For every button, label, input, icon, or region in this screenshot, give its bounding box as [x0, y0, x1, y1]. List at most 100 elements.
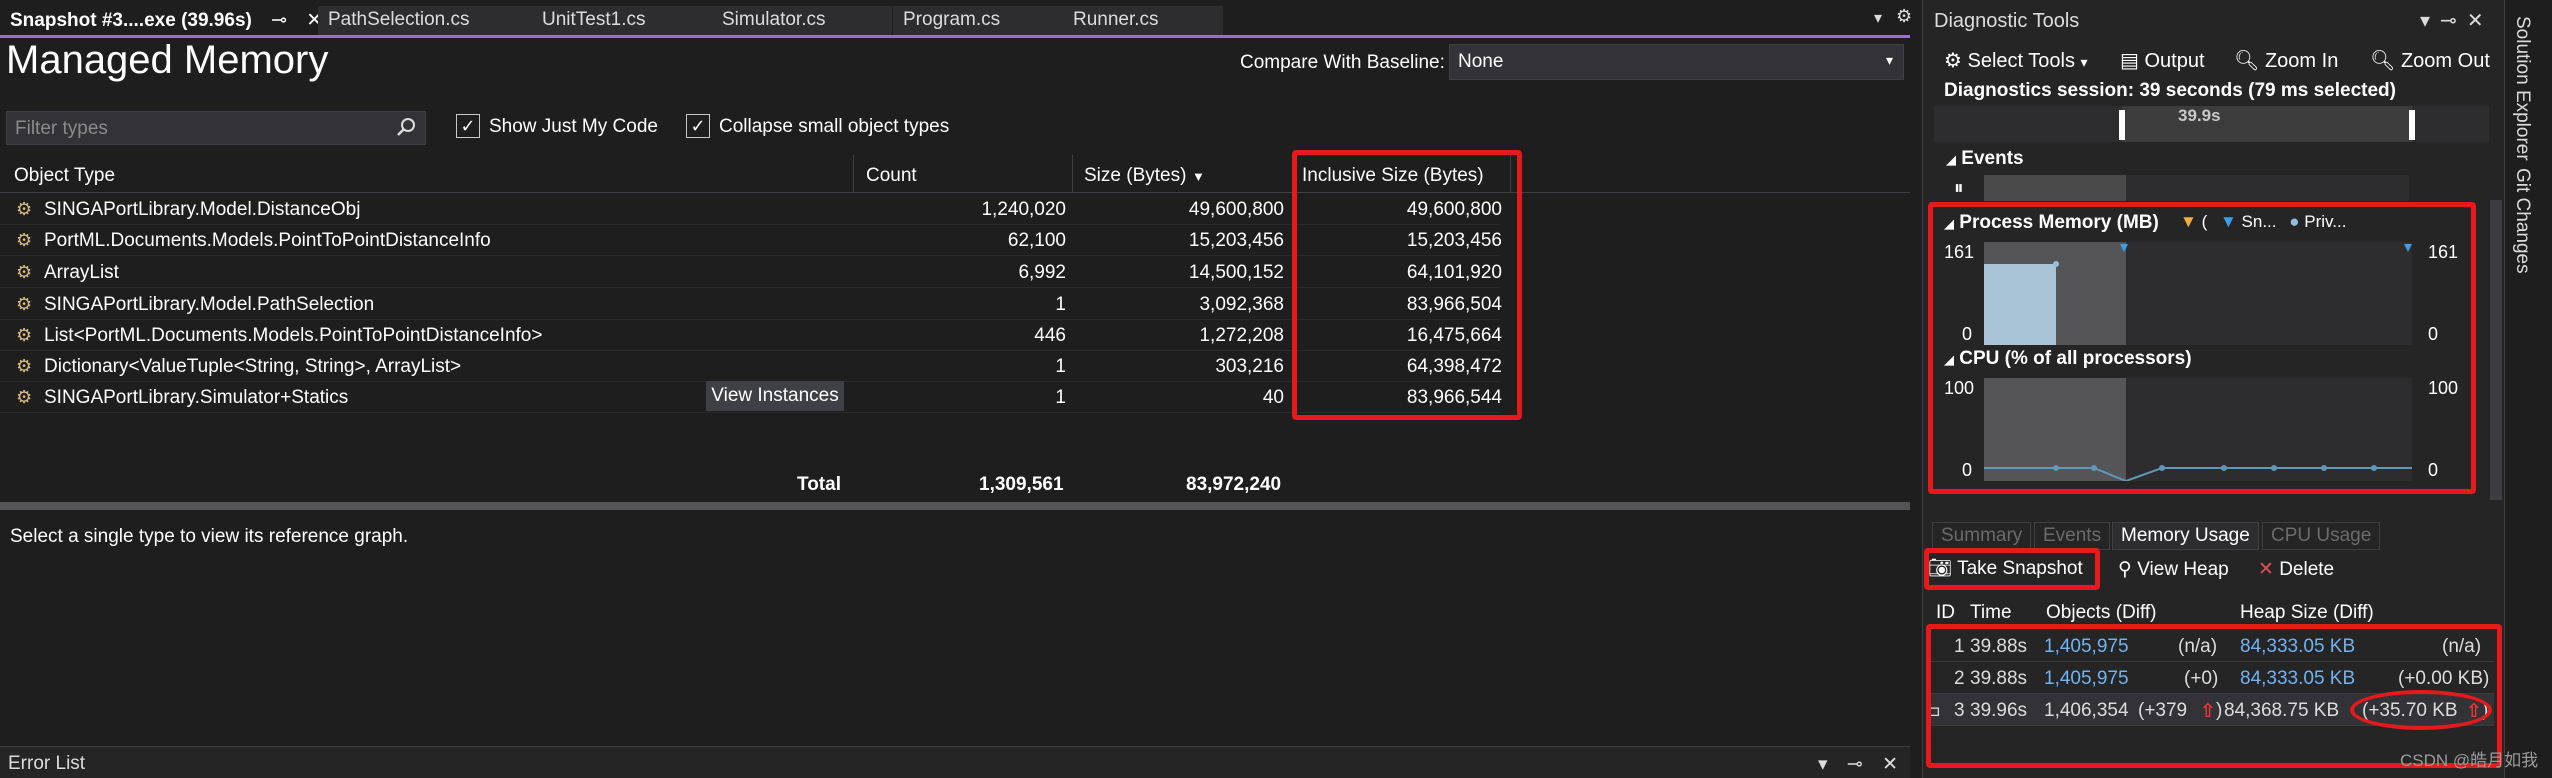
- pause-icon[interactable]: ⏸: [1954, 178, 1964, 200]
- document-tab-strip: Snapshot #3....exe (39.96s) ⊸ ✕ PathSele…: [0, 0, 1912, 38]
- close-icon[interactable]: ✕: [1882, 754, 1898, 775]
- annotation-oval: [2350, 690, 2492, 730]
- tab-overflow-icon[interactable]: ▾: [1874, 8, 1882, 28]
- table-row[interactable]: ⚙ SINGAPortLibrary.Model.DistanceObj 1,2…: [0, 193, 1502, 225]
- cell-size: 15,203,456: [1188, 230, 1284, 251]
- tab-git-changes[interactable]: Git Changes: [2511, 168, 2533, 274]
- output-button[interactable]: ▤ Output: [2120, 48, 2205, 73]
- cell-object-type: SINGAPortLibrary.Model.DistanceObj: [44, 199, 361, 220]
- show-just-my-code-checkbox[interactable]: ✓: [456, 114, 480, 138]
- pin-icon[interactable]: ⊸: [1847, 754, 1863, 775]
- tab-events[interactable]: Events: [2034, 522, 2111, 550]
- tab-simulator[interactable]: Simulator.cs: [712, 6, 892, 36]
- zoom-out-icon: 🔍︎: [2370, 50, 2396, 72]
- filter-placeholder: Filter types: [15, 118, 108, 139]
- select-tools-button[interactable]: ⚙ Select Tools ▾: [1944, 48, 2088, 73]
- annotation-box: [1928, 202, 2476, 494]
- delete-label: Delete: [2279, 559, 2335, 580]
- chevron-down-icon: ▾: [1885, 52, 1893, 68]
- zoom-out-label: Zoom Out: [2400, 50, 2490, 72]
- filter-types-input[interactable]: Filter types: [6, 111, 426, 145]
- column-size[interactable]: Size (Bytes): [1084, 165, 1186, 187]
- cell-size: 49,600,800: [1188, 199, 1284, 220]
- view-heap-button[interactable]: ⚲ View Heap: [2118, 558, 2229, 581]
- tab-memory-usage[interactable]: Memory Usage: [2112, 522, 2259, 550]
- column-count[interactable]: Count: [866, 165, 917, 187]
- cell-size: 303,216: [1215, 356, 1284, 377]
- pin-icon[interactable]: ⊸: [2440, 10, 2467, 32]
- view-heap-label: View Heap: [2137, 559, 2229, 580]
- total-label: Total: [797, 474, 841, 495]
- zoom-in-icon: 🔍︎: [2234, 50, 2260, 72]
- events-label: Events: [1961, 148, 2024, 169]
- tab-solution-explorer[interactable]: Solution Explorer: [2511, 16, 2533, 161]
- total-count: 1,309,561: [979, 474, 1064, 495]
- timeline-selection[interactable]: [2122, 106, 2412, 142]
- selection-handle-left[interactable]: [2119, 110, 2125, 140]
- tab-unittest1[interactable]: UnitTest1.cs: [532, 6, 712, 36]
- cell-size: 14,500,152: [1188, 262, 1284, 283]
- zoom-out-button[interactable]: 🔍︎ Zoom Out: [2370, 48, 2490, 73]
- gear-icon[interactable]: ⚙: [1896, 6, 1912, 27]
- tab-label: Program.cs: [903, 9, 1001, 30]
- cell-size: 1,272,208: [1199, 325, 1284, 346]
- cell-object-type: SINGAPortLibrary.Model.PathSelection: [44, 294, 375, 315]
- tab-pathselection[interactable]: PathSelection.cs: [318, 6, 533, 36]
- collapse-icon: ◢: [1946, 152, 1956, 167]
- session-label: Diagnostics session: 39 seconds (79 ms s…: [1944, 80, 2396, 101]
- column-id[interactable]: ID: [1936, 602, 1955, 624]
- class-icon: ⚙: [16, 262, 33, 282]
- tab-program[interactable]: Program.cs: [893, 6, 1073, 36]
- diagnostic-toolbar: ⚙ Select Tools ▾ ▤ Output 🔍︎ Zoom In 🔍︎ …: [1930, 40, 2502, 80]
- column-heap-size[interactable]: Heap Size (Diff): [2240, 602, 2374, 624]
- selection-handle-right[interactable]: [2409, 110, 2415, 140]
- charts-scrollbar[interactable]: [2490, 200, 2502, 500]
- chevron-down-icon[interactable]: ▾: [1818, 754, 1828, 775]
- tab-cpu-usage[interactable]: CPU Usage: [2262, 522, 2381, 550]
- cell-object-type: PortML.Documents.Models.PointToPointDist…: [44, 230, 491, 251]
- show-just-my-code-label: Show Just My Code: [489, 116, 658, 137]
- collapse-small-checkbox[interactable]: ✓: [686, 114, 710, 138]
- error-list-panel: Error List ▾ ⊸ ✕: [0, 746, 1910, 778]
- pin-icon[interactable]: ⊸: [271, 9, 287, 32]
- error-list-title[interactable]: Error List: [8, 753, 85, 775]
- side-tab-strip: Solution Explorer Git Changes: [2504, 0, 2552, 778]
- table-row[interactable]: ⚙ Dictionary<ValueTuple<String, String>,…: [0, 350, 1502, 382]
- watermark: CSDN @皓月如我: [2400, 751, 2539, 770]
- class-icon: ⚙: [16, 387, 33, 407]
- close-icon[interactable]: ✕: [2467, 10, 2494, 32]
- tab-label: Runner.cs: [1073, 9, 1159, 30]
- sort-descending-icon: ▼: [1192, 169, 1205, 184]
- class-icon: ⚙: [16, 356, 33, 376]
- table-row[interactable]: ⚙ SINGAPortLibrary.Model.PathSelection 1…: [0, 288, 1502, 320]
- chevron-down-icon[interactable]: ▾: [2420, 10, 2440, 32]
- zoom-in-label: Zoom In: [2264, 50, 2339, 72]
- column-objects[interactable]: Objects (Diff): [2046, 602, 2157, 624]
- tab-label: Snapshot #3....exe (39.96s): [10, 10, 252, 31]
- cell-object-type: ArrayList: [44, 262, 119, 283]
- tab-runner[interactable]: Runner.cs: [1063, 6, 1223, 36]
- diagnostic-tools-title: Diagnostic Tools: [1934, 10, 2080, 32]
- delete-button[interactable]: ✕ Delete: [2258, 558, 2334, 581]
- baseline-value: None: [1458, 51, 1504, 72]
- pane-controls: ▾⊸✕: [2420, 8, 2494, 33]
- output-label: Output: [2144, 50, 2205, 72]
- table-row[interactable]: ⚙ List<PortML.Documents.Models.PointToPo…: [0, 319, 1502, 351]
- zoom-in-button[interactable]: 🔍︎ Zoom In: [2234, 48, 2338, 73]
- baseline-select[interactable]: None ▾: [1449, 44, 1904, 80]
- column-object-type[interactable]: Object Type: [14, 165, 115, 187]
- events-section-header[interactable]: ◢ Events: [1946, 148, 2024, 170]
- tab-snapshot[interactable]: Snapshot #3....exe (39.96s) ⊸ ✕: [0, 6, 333, 38]
- search-icon: ⚲: [2118, 559, 2132, 580]
- table-row[interactable]: ⚙ PortML.Documents.Models.PointToPointDi…: [0, 224, 1502, 256]
- class-icon: ⚙: [16, 325, 33, 345]
- table-row[interactable]: ⚙ ArrayList 6,992 14,500,152 64,101,920: [0, 256, 1502, 288]
- pane-splitter[interactable]: [0, 502, 1910, 510]
- view-instances-button[interactable]: View Instances: [706, 381, 844, 411]
- cell-object-type: List<PortML.Documents.Models.PointToPoin…: [44, 325, 543, 346]
- baseline-label: Compare With Baseline:: [1240, 52, 1445, 73]
- page-title: Managed Memory: [6, 38, 329, 82]
- tab-summary[interactable]: Summary: [1932, 522, 2032, 550]
- column-time[interactable]: Time: [1970, 602, 2012, 624]
- cell-count: 1: [1055, 356, 1066, 377]
